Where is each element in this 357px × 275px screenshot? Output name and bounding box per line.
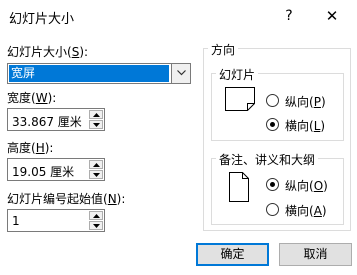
close-button[interactable]: ✕ (319, 4, 345, 28)
slides-portrait-label[interactable]: 纵向(P) (285, 93, 326, 110)
width-value[interactable]: 33.867 厘米 (12, 113, 82, 130)
arrow-up-icon (93, 163, 100, 167)
chevron-down-icon (177, 70, 186, 76)
arrow-up-icon (93, 214, 100, 218)
slide-size-dropdown[interactable]: 宽屏 (7, 63, 191, 84)
portrait-page-icon (229, 172, 249, 202)
numbering-label: 幻灯片编号起始值(N): (7, 192, 126, 206)
dialog-title: 幻灯片大小 (9, 12, 75, 27)
radio-selected-dot (270, 122, 275, 127)
help-button[interactable]: ? (276, 4, 302, 28)
slides-portrait-radio[interactable] (266, 94, 279, 107)
numbering-decrement-button[interactable] (89, 221, 103, 230)
numbering-value[interactable]: 1 (12, 214, 20, 228)
slides-landscape-label[interactable]: 横向(L) (285, 117, 325, 134)
notes-portrait-label[interactable]: 纵向(O) (285, 177, 328, 194)
arrow-down-icon (93, 123, 100, 127)
slides-legend: 幻灯片 (216, 66, 259, 83)
cancel-button[interactable]: 取消 (279, 243, 352, 266)
arrow-up-icon (93, 113, 100, 117)
slide-size-label: 幻灯片大小(S): (7, 45, 89, 59)
height-value[interactable]: 19.05 厘米 (12, 163, 74, 180)
notes-legend: 备注、讲义和大纲 (216, 151, 319, 168)
height-label: 高度(H): (7, 141, 54, 155)
radio-selected-dot (270, 182, 275, 187)
notes-landscape-radio[interactable] (266, 203, 279, 216)
notes-portrait-radio[interactable] (266, 178, 279, 191)
width-decrement-button[interactable] (89, 120, 103, 129)
width-label: 宽度(W): (7, 91, 57, 105)
width-stepper[interactable]: 33.867 厘米 (7, 108, 105, 131)
dropdown-button[interactable] (171, 64, 190, 83)
title-bar: 幻灯片大小 ? ✕ (0, 0, 357, 32)
height-decrement-button[interactable] (89, 170, 103, 179)
slides-landscape-radio[interactable] (266, 118, 279, 131)
height-increment-button[interactable] (89, 160, 103, 169)
width-increment-button[interactable] (89, 110, 103, 119)
notes-landscape-label[interactable]: 横向(A) (285, 202, 327, 219)
orientation-legend: 方向 (208, 41, 239, 58)
numbering-increment-button[interactable] (89, 211, 103, 220)
landscape-page-icon (225, 87, 255, 111)
arrow-down-icon (93, 173, 100, 177)
slide-size-value: 宽屏 (9, 65, 169, 82)
ok-button[interactable]: 确定 (196, 243, 269, 266)
height-stepper[interactable]: 19.05 厘米 (7, 158, 105, 181)
numbering-stepper[interactable]: 1 (7, 209, 105, 232)
arrow-down-icon (93, 224, 100, 228)
